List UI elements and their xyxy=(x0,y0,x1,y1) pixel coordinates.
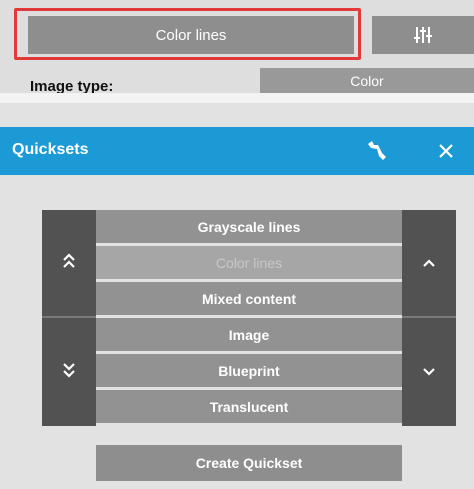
quickset-item[interactable]: Blueprint xyxy=(96,354,402,387)
sliders-icon xyxy=(413,26,433,44)
scroll-nav-column xyxy=(402,210,456,426)
scroll-down-button[interactable] xyxy=(402,318,456,426)
chevron-down-icon xyxy=(423,363,435,381)
quicksets-title: Quicksets xyxy=(12,141,89,158)
quickset-item[interactable]: Mixed content xyxy=(96,282,402,315)
image-type-dropdown[interactable]: Color xyxy=(260,68,474,93)
page-down-button[interactable] xyxy=(42,318,96,426)
scroll-up-button[interactable] xyxy=(402,210,456,318)
separator xyxy=(0,93,474,103)
settings-button[interactable] xyxy=(372,16,474,54)
create-quickset-button[interactable]: Create Quickset xyxy=(96,445,402,481)
page-up-button[interactable] xyxy=(42,210,96,318)
wrench-icon[interactable] xyxy=(362,137,390,165)
chevron-up-icon xyxy=(423,254,435,272)
quickset-item[interactable]: Grayscale lines xyxy=(96,210,402,243)
double-chevron-down-icon xyxy=(62,362,76,383)
quicksets-header: Quicksets xyxy=(0,127,474,175)
highlight-frame xyxy=(14,8,361,60)
close-icon[interactable] xyxy=(432,137,460,165)
quickset-item[interactable]: Translucent xyxy=(96,390,402,423)
quickset-item-selected[interactable]: Color lines xyxy=(96,246,402,279)
page-nav-column xyxy=(42,210,96,426)
double-chevron-up-icon xyxy=(62,252,76,274)
quickset-item[interactable]: Image xyxy=(96,318,402,351)
